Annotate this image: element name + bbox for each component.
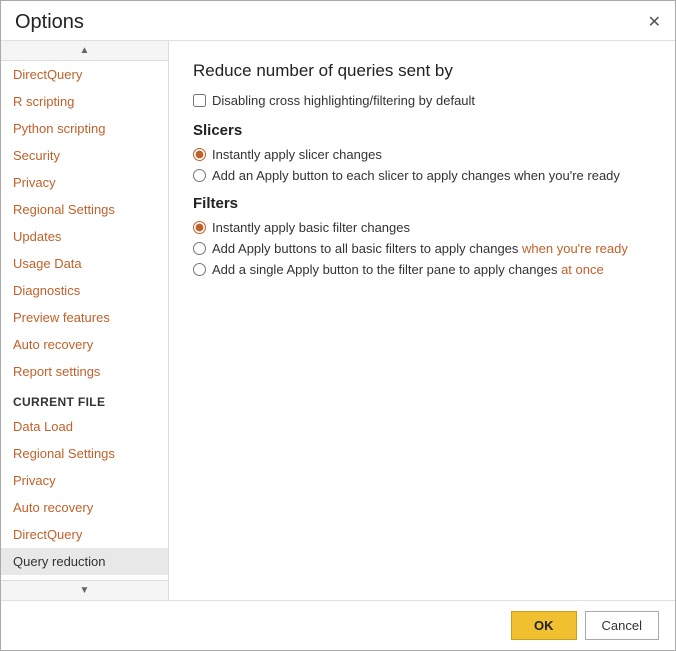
sidebar-item-directquery[interactable]: DirectQuery (1, 61, 168, 88)
sidebar-item-preview[interactable]: Preview features (1, 304, 168, 331)
sidebar-item-usagedata[interactable]: Usage Data (1, 250, 168, 277)
sidebar-item-privacy2[interactable]: Privacy (1, 467, 168, 494)
cross-highlight-checkbox[interactable] (193, 94, 206, 107)
filter-label-2-part1: Add Apply buttons to all basic filters t… (212, 241, 518, 256)
filter-radio-row-1: Instantly apply basic filter changes (193, 220, 651, 235)
options-dialog: Options ✕ ▲ DirectQueryR scriptingPython… (0, 0, 676, 651)
filter-radio-3[interactable] (193, 263, 206, 276)
content-area: Reduce number of queries sent by Disabli… (169, 41, 675, 600)
sidebar-item-reportsettings[interactable]: Report settings (1, 358, 168, 385)
sidebar-scroll[interactable]: DirectQueryR scriptingPython scriptingSe… (1, 61, 168, 580)
filter-label-2: Add Apply buttons to all basic filters t… (212, 241, 628, 256)
sidebar-item-directquery2[interactable]: DirectQuery (1, 521, 168, 548)
filter-label-3: Add a single Apply button to the filter … (212, 262, 604, 277)
sidebar-item-diagnostics[interactable]: Diagnostics (1, 277, 168, 304)
filter-label-1: Instantly apply basic filter changes (212, 220, 410, 235)
sidebar-item-security[interactable]: Security (1, 142, 168, 169)
close-button[interactable]: ✕ (648, 15, 661, 31)
sidebar-item-regional2[interactable]: Regional Settings (1, 440, 168, 467)
sidebar-item-queryreduction[interactable]: Query reduction (1, 548, 168, 575)
content-title: Reduce number of queries sent by (193, 61, 651, 81)
sidebar-item-autorecovery2[interactable]: Auto recovery (1, 494, 168, 521)
slicer-radio-row-2: Add an Apply button to each slicer to ap… (193, 168, 651, 183)
slicer-radio-row-1: Instantly apply slicer changes (193, 147, 651, 162)
slicers-header: Slicers (193, 122, 651, 139)
scroll-up-arrow[interactable]: ▲ (1, 41, 168, 61)
dialog-title: Options (15, 11, 84, 34)
filter-label-3-highlight: at once (557, 262, 603, 277)
slicer-label-1: Instantly apply slicer changes (212, 147, 382, 162)
filters-radio-group: Instantly apply basic filter changes Add… (193, 220, 651, 277)
ok-button[interactable]: OK (511, 611, 577, 640)
slicer-radio-2[interactable] (193, 169, 206, 182)
title-bar: Options ✕ (1, 1, 675, 40)
sidebar-item-regional[interactable]: Regional Settings (1, 196, 168, 223)
sidebar-item-updates[interactable]: Updates (1, 223, 168, 250)
slicers-radio-group: Instantly apply slicer changes Add an Ap… (193, 147, 651, 183)
cancel-button[interactable]: Cancel (585, 611, 659, 640)
sidebar-item-privacy[interactable]: Privacy (1, 169, 168, 196)
slicer-label-2: Add an Apply button to each slicer to ap… (212, 168, 620, 183)
filter-radio-1[interactable] (193, 221, 206, 234)
sidebar-item-python[interactable]: Python scripting (1, 115, 168, 142)
filter-label-3-part1: Add a single Apply button to the filter … (212, 262, 557, 277)
current-file-label: CURRENT FILE (1, 385, 168, 413)
sidebar-item-dataload[interactable]: Data Load (1, 413, 168, 440)
dialog-body: ▲ DirectQueryR scriptingPython scripting… (1, 40, 675, 600)
filter-label-2-highlight: when you're ready (518, 241, 627, 256)
filter-radio-2[interactable] (193, 242, 206, 255)
filters-header: Filters (193, 195, 651, 212)
dialog-footer: OK Cancel (1, 600, 675, 650)
sidebar: ▲ DirectQueryR scriptingPython scripting… (1, 41, 169, 600)
filter-radio-row-2: Add Apply buttons to all basic filters t… (193, 241, 651, 256)
sidebar-item-rscripting[interactable]: R scripting (1, 88, 168, 115)
cross-highlight-label: Disabling cross highlighting/filtering b… (212, 93, 475, 108)
sidebar-item-autorecovery[interactable]: Auto recovery (1, 331, 168, 358)
slicer-radio-1[interactable] (193, 148, 206, 161)
checkbox-row: Disabling cross highlighting/filtering b… (193, 93, 651, 108)
scroll-down-arrow[interactable]: ▼ (1, 580, 168, 600)
filter-radio-row-3: Add a single Apply button to the filter … (193, 262, 651, 277)
